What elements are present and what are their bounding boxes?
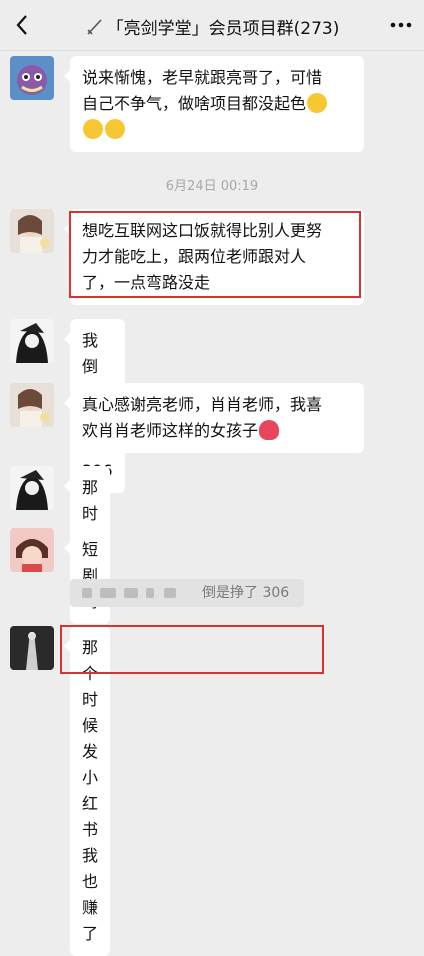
message-text: 真心感谢亮老师，肖肖老师，我喜 [82, 395, 323, 414]
avatar[interactable] [10, 626, 54, 670]
chat-title-text: 「亮剑学堂」会员项目群(273) [106, 19, 340, 39]
avatar[interactable] [10, 56, 54, 100]
blurred-text [100, 588, 116, 598]
blurred-text [146, 588, 154, 598]
sword-icon [87, 19, 102, 35]
more-dots-icon[interactable] [388, 15, 414, 35]
avatar[interactable] [10, 319, 54, 363]
chat-title: 「亮剑学堂」会员项目群(273) [0, 14, 424, 39]
message-bubble[interactable]: 说来惭愧，老早就跟亮哥了，可惜 自己不争气，做啥项目都没起色 [64, 56, 364, 152]
avatar[interactable] [10, 528, 54, 572]
timestamp: 6月24日 00:19 [165, 179, 259, 194]
laugh-cry-emoji [307, 93, 328, 113]
message-text: 自己不争气，做啥项目都没起色 [82, 91, 352, 117]
avatar[interactable] [10, 209, 54, 253]
chat-header: 「亮剑学堂」会员项目群(273) [0, 0, 424, 51]
message-text: 欢肖肖老师这样的女孩子 [82, 418, 352, 444]
quote-text: 倒是挣了 306 [202, 585, 290, 601]
message-list[interactable]: 说来惭愧，老早就跟亮哥了，可惜 自己不争气，做啥项目都没起色 6月24日 00:… [0, 51, 424, 956]
blurred-text [82, 588, 92, 598]
highlight-box [69, 211, 361, 298]
message-bubble[interactable]: 那个时候发小红书我也赚了 [63, 626, 111, 956]
laugh-cry-emoji [83, 119, 103, 139]
crying-emoji [105, 119, 125, 139]
blurred-text [124, 588, 138, 598]
blurred-text [164, 588, 176, 598]
message-bubble[interactable]: 短剧吗 [63, 528, 111, 624]
message-bubble[interactable]: 真心感谢亮老师，肖肖老师，我喜 欢肖肖老师这样的女孩子 [64, 383, 364, 453]
message-emoji-line [82, 117, 352, 143]
avatar[interactable] [10, 466, 54, 510]
red-heart-emoji [259, 420, 280, 440]
highlight-box [60, 625, 324, 674]
message-text: 说来惭愧，老早就跟亮哥了，可惜 [82, 68, 323, 87]
message-text: 那个时候发小红书我也赚了 [82, 638, 99, 943]
quoted-message[interactable]: 倒是挣了 306 [70, 579, 304, 607]
avatar[interactable] [10, 383, 54, 427]
